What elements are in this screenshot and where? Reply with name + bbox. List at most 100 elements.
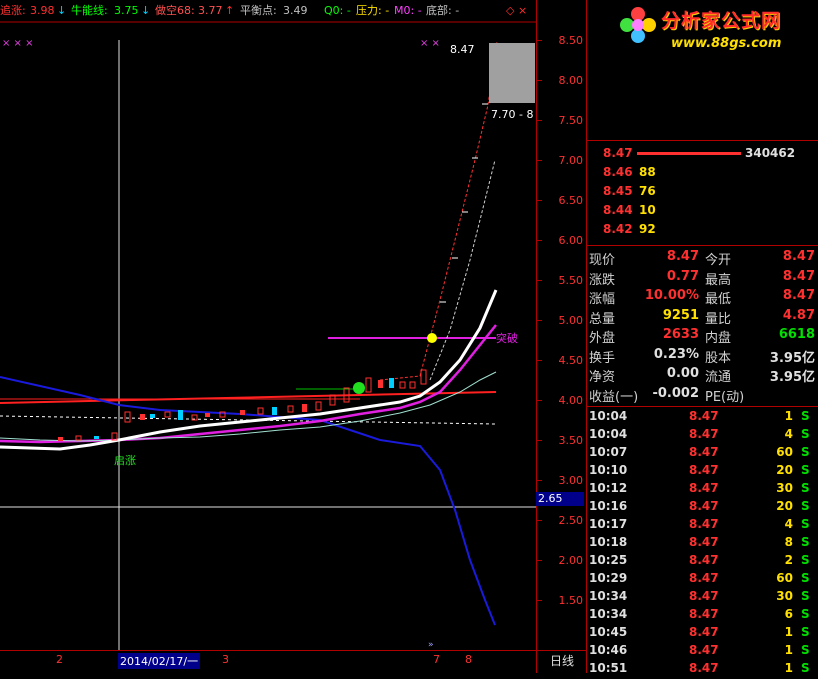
- tick-row: 10:46 8.47 1 S: [587, 643, 818, 661]
- tick-side: S: [801, 535, 810, 549]
- price-axis-tick-label: 6.00: [558, 234, 584, 247]
- tick-time: 10:07: [589, 445, 628, 459]
- quote-value: 8.47: [782, 249, 815, 264]
- quote-value: 8.47: [666, 249, 699, 264]
- price-axis-tick-label: 5.50: [558, 274, 584, 287]
- quote-value: 0.23%: [653, 346, 699, 362]
- ma-blue-line: [0, 376, 496, 626]
- price-axis-tick-label: 7.50: [558, 114, 584, 127]
- tick-time: 10:04: [589, 409, 628, 423]
- tick-row: 10:04 8.47 1 S: [587, 409, 818, 427]
- tick-volume: 2: [784, 553, 793, 567]
- tick-price: 8.47: [689, 445, 719, 459]
- breakout-label: 突破: [496, 331, 518, 345]
- quote-panel: 分析家公式网 www.88gs.com 8.47 340462 8.46 88 8.45…: [586, 0, 818, 675]
- tick-time: 10:17: [589, 517, 628, 531]
- tick-price: 8.47: [689, 589, 719, 603]
- quote-row: 现价 8.47 今开 8.47: [587, 249, 818, 268]
- quote-label: 外盘: [589, 331, 616, 346]
- quote-row: 净资 0.00 流通 3.95亿: [587, 366, 818, 385]
- quote-label: 股本: [705, 350, 732, 366]
- quote-label: 流通: [705, 370, 732, 385]
- quote-row: 总量 9251 量比 4.87: [587, 308, 818, 327]
- tick-price: 8.47: [689, 643, 719, 657]
- quote-label: 涨幅: [589, 292, 616, 307]
- price-axis-tick-label: 3.00: [558, 474, 584, 487]
- price-axis-tick-label: 6.50: [558, 194, 584, 207]
- price-axis-tick-label: 1.50: [558, 594, 584, 607]
- flower-logo-icon: [620, 7, 656, 43]
- top-marker: × ×: [420, 38, 440, 49]
- tick-volume: 6: [784, 607, 793, 621]
- tick-volume: 1: [784, 643, 793, 657]
- quote-row: 外盘 2633 内盘 6618: [587, 327, 818, 346]
- tick-side: S: [801, 571, 810, 585]
- tick-side: S: [801, 463, 810, 477]
- tick-volume: 30: [776, 589, 793, 603]
- xaxis-label-m2: 2: [56, 653, 63, 666]
- order-price: 8.42: [603, 222, 633, 236]
- tick-price: 8.47: [689, 463, 719, 477]
- order-volume: 88: [639, 165, 656, 179]
- quote-value: 10.00%: [644, 288, 699, 303]
- green-dot-marker: [353, 382, 365, 394]
- tick-side: S: [801, 499, 810, 513]
- logo-url: www.88gs.com: [671, 36, 782, 51]
- ma-teal-line: [0, 371, 497, 442]
- price-axis-tick-label: 4.50: [558, 354, 584, 367]
- price-axis-tick-label: 7.00: [558, 154, 584, 167]
- candles: [58, 43, 496, 441]
- tick-volume: 1: [784, 625, 793, 639]
- quote-value: 9251: [662, 307, 699, 323]
- tick-price: 8.47: [689, 427, 719, 441]
- order-price: 8.44: [603, 203, 633, 217]
- kline-chart[interactable]: × × × × × 8.47 7.70 - 8 突破 启涨 »: [0, 0, 536, 650]
- price-axis: 8.50 8.00 7.50 7.00 6.50 6.00 5.50 5.00 4.50 4.00…: [536, 0, 587, 650]
- tick-price: 8.47: [689, 535, 719, 549]
- tick-side: S: [801, 427, 810, 441]
- period-selector[interactable]: 日线: [536, 650, 587, 673]
- tick-row: 10:16 8.47 20 S: [587, 499, 818, 517]
- tick-row: 10:29 8.47 60 S: [587, 571, 818, 589]
- price-axis-tick-label: 5.00: [558, 314, 584, 327]
- price-axis-tick-label: 2.50: [558, 514, 584, 527]
- xaxis-label-m3: 3: [222, 653, 229, 666]
- quote-value: 0.77: [666, 268, 699, 284]
- tick-time: 10:12: [589, 481, 628, 495]
- tick-side: S: [801, 625, 810, 639]
- tick-volume: 1: [784, 409, 793, 423]
- tick-time: 10:34: [589, 589, 628, 603]
- xaxis-label-date: 2014/02/17/一: [118, 653, 201, 669]
- tick-side: S: [801, 589, 810, 603]
- tick-price: 8.47: [689, 607, 719, 621]
- quote-value: 3.95亿: [769, 370, 815, 385]
- ma-white-dashed: [429, 159, 496, 381]
- range-box: [489, 43, 535, 103]
- quote-label: 内盘: [705, 331, 732, 346]
- crosshair-price-tag: 2.65: [536, 492, 584, 506]
- tick-time: 10:34: [589, 607, 628, 621]
- tick-row: 10:34 8.47 6 S: [587, 607, 818, 625]
- quote-row: 换手 0.23% 股本 3.95亿: [587, 347, 818, 366]
- quote-label: 涨跌: [589, 272, 616, 288]
- quote-row: 涨跌 0.77 最高 8.47: [587, 269, 818, 288]
- quote-label: 今开: [705, 253, 732, 268]
- tick-side: S: [801, 481, 810, 495]
- yellow-dot-marker: [427, 333, 437, 343]
- order-volume: 340462: [745, 146, 796, 160]
- price-axis-tick-label: 2.00: [558, 554, 584, 567]
- quote-label: 现价: [589, 253, 616, 268]
- tick-row: 10:04 8.47 4 S: [587, 427, 818, 445]
- quote-row: 收益(一) -0.002 PE(动): [587, 386, 818, 405]
- tick-time: 10:16: [589, 499, 628, 513]
- quote-label: 最低: [705, 292, 732, 307]
- tick-row: 10:25 8.47 2 S: [587, 553, 818, 571]
- volume-bar: [637, 152, 741, 155]
- tick-volume: 30: [776, 481, 793, 495]
- tick-price: 8.47: [689, 553, 719, 567]
- tick-row: 10:10 8.47 20 S: [587, 463, 818, 481]
- tick-time: 10:18: [589, 535, 628, 549]
- start-marker-label: 启涨: [114, 454, 136, 467]
- tick-side: S: [801, 409, 810, 423]
- order-volume: 10: [639, 203, 656, 217]
